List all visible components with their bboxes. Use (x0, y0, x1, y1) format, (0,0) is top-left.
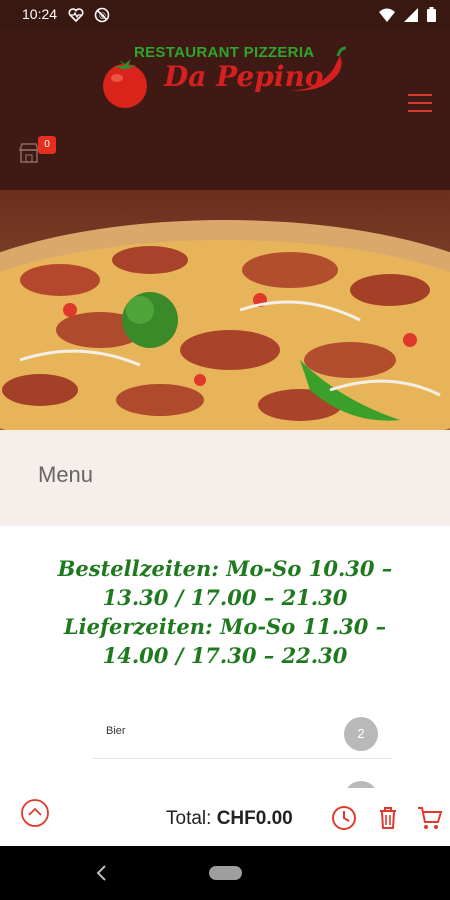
order-hours-line1: Bestellzeiten: Mo-So 10.30 – (57, 556, 393, 581)
clock-icon[interactable] (330, 804, 358, 832)
tomato-icon (103, 59, 147, 108)
back-chevron-icon[interactable] (92, 862, 112, 884)
store-icon (18, 143, 40, 163)
cart-total: Total: CHF0.00 (166, 808, 293, 830)
battery-icon (427, 7, 436, 22)
menu-title: Menu (38, 462, 94, 487)
status-time: 10:24 (22, 6, 58, 22)
trash-icon[interactable] (374, 804, 402, 832)
scroll-up-icon[interactable] (20, 798, 50, 828)
opening-hours: Bestellzeiten: Mo-So 10.30 – 13.30 / 17.… (20, 554, 430, 670)
category-count-badge: 2 (344, 717, 378, 751)
restaurant-logo[interactable]: RESTAURANT PIZZERIA Da Pepino (96, 42, 356, 122)
category-label: Bier (106, 725, 126, 737)
category-item-bier[interactable]: Bier 2 (92, 710, 392, 759)
cart-count-badge: 0 (38, 136, 56, 154)
home-pill-button[interactable] (209, 866, 242, 880)
pizza-illustration (0, 220, 450, 430)
menu-section-header: Menu (0, 430, 450, 526)
total-value: CHF0.00 (216, 808, 293, 829)
bottom-action-bar: Total: CHF0.00 (0, 788, 450, 846)
no-disturb-icon: @ (94, 7, 110, 23)
order-hours-line2: 13.30 / 17.00 – 21.30 (102, 585, 348, 610)
status-notification-icons: @ (68, 7, 110, 23)
shop-cart-button[interactable]: 0 (18, 136, 60, 170)
chili-icon (288, 46, 347, 91)
svg-text:@: @ (99, 12, 106, 20)
app-header: RESTAURANT PIZZERIA Da Pepino 0 (0, 30, 450, 190)
wifi-icon (379, 8, 395, 22)
menu-hamburger-icon[interactable] (408, 94, 432, 112)
total-label: Total: (166, 808, 212, 829)
cart-icon[interactable] (416, 804, 444, 832)
delivery-hours-line1: Lieferzeiten: Mo-So 11.30 – (63, 614, 387, 639)
status-bar: 10:24 @ (0, 0, 450, 30)
heart-monitor-icon (68, 8, 84, 23)
delivery-hours-line2: 14.00 / 17.30 – 22.30 (102, 643, 348, 668)
system-nav-bar (0, 846, 450, 900)
status-system-icons (379, 7, 436, 22)
hero-pizza-image (0, 190, 450, 430)
signal-icon (404, 7, 418, 22)
